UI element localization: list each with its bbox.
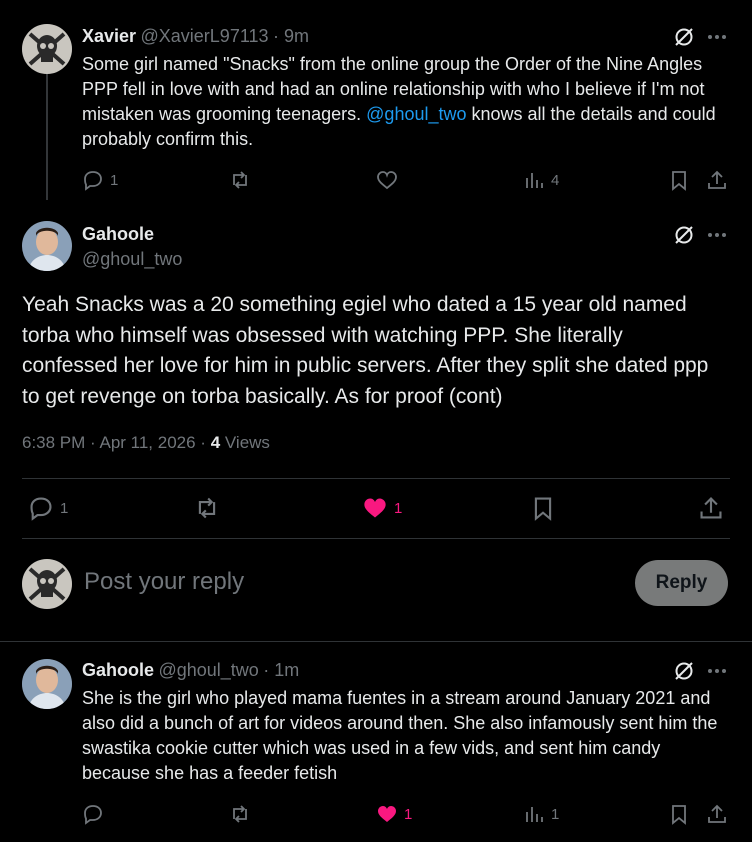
repost-icon [229, 169, 251, 191]
bookmark-icon [668, 169, 690, 191]
author-name[interactable]: Gahoole [82, 660, 154, 680]
views-count: 1 [551, 805, 560, 823]
grok-icon[interactable] [673, 224, 695, 246]
like-button[interactable] [376, 169, 398, 191]
like-button[interactable]: 1 [376, 803, 412, 825]
avatar[interactable] [22, 24, 72, 74]
views-button[interactable]: 4 [523, 169, 559, 191]
reply-button[interactable]: 1 [82, 169, 118, 191]
avatar[interactable] [22, 559, 72, 609]
avatar[interactable] [22, 659, 72, 709]
timestamp[interactable]: · 1m [263, 660, 299, 680]
reply-input[interactable]: Post your reply [84, 568, 244, 596]
like-count: 1 [394, 499, 403, 517]
bookmark-icon [668, 803, 690, 825]
divider [0, 641, 752, 642]
share-button[interactable] [698, 495, 724, 521]
repost-icon [229, 803, 251, 825]
repost-button[interactable] [229, 803, 251, 825]
views-count: 4 [551, 171, 560, 189]
share-icon [706, 803, 728, 825]
avatar[interactable] [22, 221, 72, 271]
person-avatar-icon [22, 221, 72, 271]
repost-button[interactable] [194, 495, 220, 521]
divider [22, 478, 730, 479]
more-icon[interactable] [706, 26, 728, 48]
grok-icon[interactable] [673, 26, 695, 48]
reply-submit-button[interactable]: Reply [635, 560, 728, 606]
bookmark-button[interactable] [668, 803, 690, 825]
bookmark-button[interactable] [530, 495, 556, 521]
reply-icon [82, 803, 104, 825]
grok-icon[interactable] [673, 660, 695, 682]
reply-count: 1 [110, 171, 119, 189]
share-button[interactable] [706, 803, 728, 825]
views-label: Views [220, 433, 270, 452]
more-icon[interactable] [706, 224, 728, 246]
tweet-text: Some girl named "Snacks" from the online… [82, 54, 716, 149]
like-count: 1 [404, 805, 413, 823]
timestamp[interactable]: 6:38 PM · Apr 11, 2026 · [22, 433, 211, 452]
reply-button[interactable]: 1 [28, 495, 68, 521]
views-button[interactable]: 1 [523, 803, 559, 825]
tweet-text: Yeah Snacks was a 20 something egiel who… [22, 293, 709, 408]
more-icon[interactable] [706, 660, 728, 682]
author-handle[interactable]: @ghoul_two [158, 660, 258, 680]
heart-icon [376, 803, 398, 825]
author-name[interactable]: Gahoole [82, 224, 154, 245]
mention-link[interactable]: @ghoul_two [366, 104, 466, 124]
tweet-text: She is the girl who played mama fuentes … [82, 688, 718, 783]
heart-icon [376, 169, 398, 191]
timestamp[interactable]: · 9m [273, 26, 309, 46]
heart-icon [362, 495, 388, 521]
reply-button[interactable] [82, 803, 104, 825]
repost-button[interactable] [229, 169, 251, 191]
tweet-meta: 6:38 PM · Apr 11, 2026 · 4 Views [22, 433, 270, 453]
analytics-icon [523, 803, 545, 825]
bookmark-icon [530, 495, 556, 521]
thread-line [46, 74, 48, 200]
author-handle[interactable]: @XavierL97113 [141, 26, 269, 46]
analytics-icon [523, 169, 545, 191]
bookmark-button[interactable] [668, 169, 690, 191]
reply-count: 1 [60, 499, 69, 517]
share-icon [706, 169, 728, 191]
share-icon [698, 495, 724, 521]
repost-icon [194, 495, 220, 521]
author-handle[interactable]: @ghoul_two [82, 249, 182, 270]
person-avatar-icon [22, 659, 72, 709]
views-count: 4 [210, 433, 221, 452]
author-name[interactable]: Xavier [82, 26, 136, 46]
skull-avatar-icon [22, 24, 72, 74]
share-button[interactable] [706, 169, 728, 191]
reply-icon [28, 495, 54, 521]
like-button[interactable]: 1 [362, 495, 402, 521]
reply-icon [82, 169, 104, 191]
skull-avatar-icon [22, 559, 72, 609]
divider [22, 538, 730, 539]
